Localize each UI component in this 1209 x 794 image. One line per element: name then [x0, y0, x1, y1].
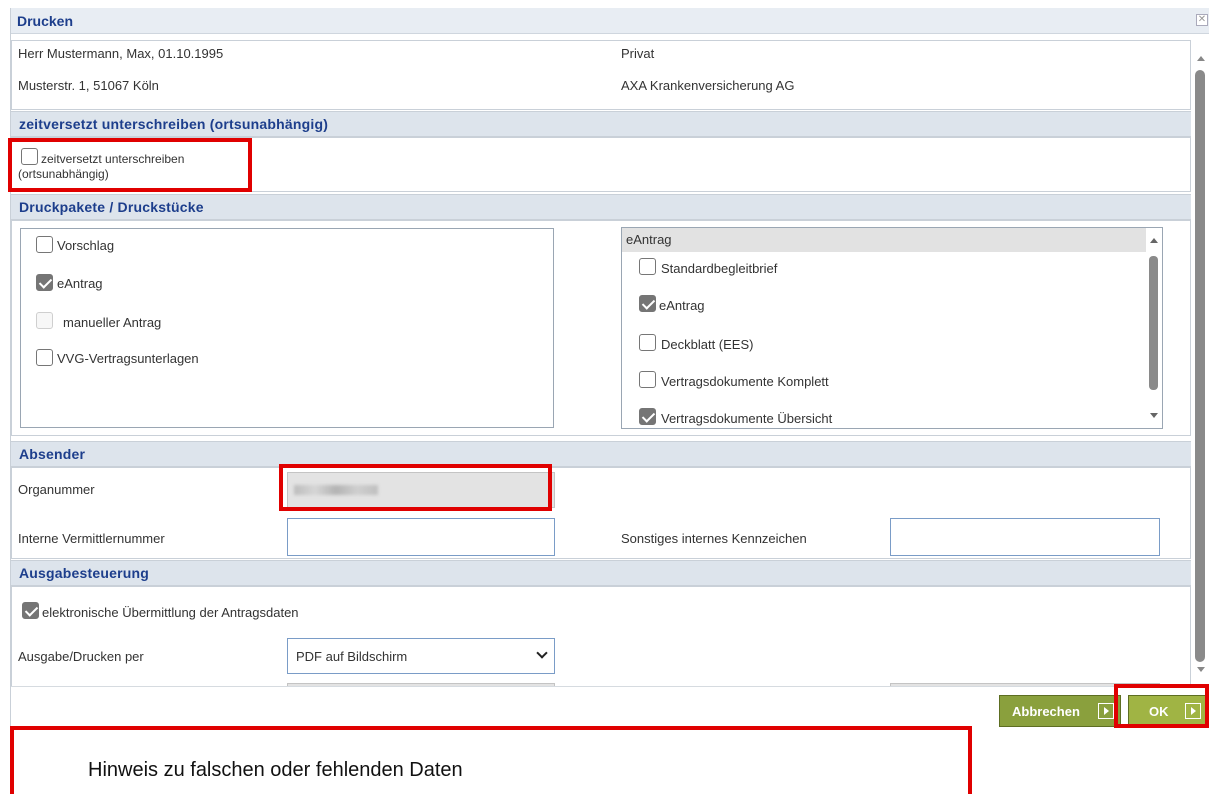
dialog-scrollbar[interactable]: [1192, 34, 1209, 686]
scroll-thumb[interactable]: [1149, 256, 1158, 390]
dialog-footer: Abbrechen OK: [11, 686, 1209, 733]
scroll-up-icon[interactable]: [1197, 56, 1205, 61]
listbox-scrollbar[interactable]: [1146, 228, 1162, 428]
cancel-button[interactable]: Abbrechen: [999, 695, 1121, 727]
scroll-thumb[interactable]: [1195, 70, 1205, 662]
customer-address: Musterstr. 1, 51067 Köln: [18, 78, 159, 93]
section-title: Absender: [19, 446, 86, 462]
packages-list: Vorschlag eAntrag manueller Antrag VVG-V…: [20, 228, 554, 428]
delayed-sign-label-line1: zeitversetzt unterschreiben: [41, 152, 185, 166]
hint-text: Hinweis zu falschen oder fehlenden Daten: [88, 759, 463, 781]
section-output: Ausgabesteuerung: [11, 560, 1191, 586]
cancel-button-label: Abbrechen: [1012, 704, 1080, 719]
close-icon[interactable]: ✕: [1196, 14, 1208, 26]
electronic-transfer-label: elektronische Übermittlung der Antragsda…: [42, 605, 299, 620]
doc-checkbox-uebersicht[interactable]: [639, 408, 656, 425]
section-sender: Absender: [11, 441, 1191, 467]
package-checkbox-vorschlag[interactable]: [36, 236, 53, 253]
package-label: Vorschlag: [57, 238, 115, 253]
scroll-down-icon[interactable]: [1150, 413, 1158, 418]
scroll-down-icon[interactable]: [1197, 667, 1205, 672]
sender-panel: Organummer Interne Vermittlernummer Sons…: [11, 467, 1191, 559]
intermediary-number-label: Interne Vermittlernummer: [18, 531, 165, 546]
arrow-right-icon: [1185, 703, 1201, 719]
redacted-value: [294, 485, 378, 495]
insurer-name: AXA Krankenversicherung AG: [621, 78, 795, 93]
section-packages: Druckpakete / Druckstücke: [11, 194, 1191, 220]
dialog-titlebar: Drucken ✕: [11, 8, 1209, 34]
listbox-header: eAntrag: [622, 228, 1162, 252]
doc-checkbox-deckblatt[interactable]: [639, 334, 656, 351]
intermediary-number-input[interactable]: [287, 518, 555, 556]
print-dialog: Drucken ✕ Herr Mustermann, Max, 01.10.19…: [10, 8, 1209, 733]
doc-label: Deckblatt (EES): [661, 337, 754, 352]
package-label: eAntrag: [57, 276, 103, 291]
delayed-sign-checkbox[interactable]: [21, 148, 38, 165]
packages-panel: Vorschlag eAntrag manueller Antrag VVG-V…: [11, 220, 1191, 436]
doc-label: Vertragsdokumente Übersicht: [661, 411, 833, 426]
org-number-field: [287, 472, 555, 508]
delayed-sign-panel: zeitversetzt unterschreiben (ortsunabhän…: [11, 137, 1191, 192]
chevron-down-icon: [536, 647, 548, 659]
listbox-title: eAntrag: [626, 232, 672, 247]
doc-label: Vertragsdokumente Komplett: [661, 374, 829, 389]
print-method-select[interactable]: PDF auf Bildschirm: [287, 638, 555, 674]
ok-button-label: OK: [1149, 704, 1169, 719]
package-checkbox-manuell: [36, 312, 53, 329]
customer-name: Herr Mustermann, Max, 01.10.1995: [18, 46, 224, 61]
section-delayed-sign: zeitversetzt unterschreiben (ortsunabhän…: [11, 111, 1191, 137]
ok-button[interactable]: OK: [1128, 695, 1208, 727]
insurance-type: Privat: [621, 46, 655, 61]
dialog-title: Drucken: [17, 13, 74, 29]
package-label: VVG-Vertragsunterlagen: [57, 351, 199, 366]
document-listbox[interactable]: eAntrag Standardbegleitbrief eAntrag Dec…: [621, 227, 1163, 429]
arrow-right-icon: [1098, 703, 1114, 719]
doc-checkbox-standardbegleitbrief[interactable]: [639, 258, 656, 275]
print-method-label: Ausgabe/Drucken per: [18, 649, 144, 664]
doc-label: Standardbegleitbrief: [661, 261, 778, 276]
output-panel: elektronische Übermittlung der Antragsda…: [11, 586, 1191, 686]
org-number-label: Organummer: [18, 482, 95, 497]
package-label: manueller Antrag: [63, 315, 162, 330]
delayed-sign-label-line2: (ortsunabhängig): [18, 167, 109, 181]
package-checkbox-eantrag[interactable]: [36, 274, 53, 291]
print-method-value: PDF auf Bildschirm: [296, 649, 408, 664]
package-checkbox-vvg[interactable]: [36, 349, 53, 366]
doc-checkbox-komplett[interactable]: [639, 371, 656, 388]
other-identifier-input[interactable]: [890, 518, 1160, 556]
other-identifier-label: Sonstiges internes Kennzeichen: [621, 531, 807, 546]
section-title: Ausgabesteuerung: [19, 565, 149, 581]
section-title: Druckpakete / Druckstücke: [19, 199, 204, 215]
doc-checkbox-eantrag[interactable]: [639, 295, 656, 312]
scroll-up-icon[interactable]: [1150, 238, 1158, 243]
doc-label: eAntrag: [659, 298, 705, 313]
dialog-content: Herr Mustermann, Max, 01.10.1995 Privat …: [11, 34, 1191, 686]
electronic-transfer-checkbox[interactable]: [22, 602, 39, 619]
customer-info: Herr Mustermann, Max, 01.10.1995 Privat …: [11, 40, 1191, 110]
section-title: zeitversetzt unterschreiben (ortsunabhän…: [19, 116, 329, 132]
